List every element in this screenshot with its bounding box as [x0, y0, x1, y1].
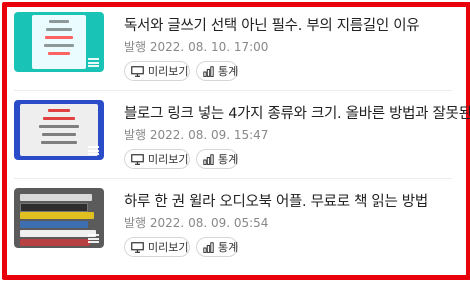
preview-button[interactable]: 미리보기 [124, 237, 190, 257]
post-item[interactable]: 블로그 링크 넣는 4가지 종류와 크기. 올바른 방법과 잘못된 법 발행 2… [14, 90, 470, 176]
multi-image-icon [88, 146, 99, 155]
multi-image-icon [88, 58, 99, 67]
post-date: 발행 2022. 08. 09. 15:47 [124, 128, 269, 142]
monitor-icon [131, 241, 144, 253]
multi-image-icon [88, 234, 99, 243]
post-title[interactable]: 독서와 글쓰기 선택 아닌 필수. 부의 지름길인 이유 [124, 14, 420, 35]
monitor-icon [131, 65, 144, 77]
post-date: 발행 2022. 08. 09. 05:54 [124, 216, 269, 230]
post-thumbnail[interactable] [14, 188, 104, 248]
post-title[interactable]: 블로그 링크 넣는 4가지 종류와 크기. 올바른 방법과 잘못된 법 [124, 102, 470, 123]
post-thumbnail[interactable] [14, 12, 104, 72]
preview-label: 미리보기 [148, 65, 189, 78]
preview-label: 미리보기 [148, 153, 189, 166]
bar-chart-icon [203, 65, 214, 77]
preview-button[interactable]: 미리보기 [124, 61, 190, 81]
post-date: 발행 2022. 08. 10. 17:00 [124, 40, 269, 54]
stats-label: 통계 [218, 65, 239, 78]
stats-button[interactable]: 통계 [196, 61, 238, 81]
stats-label: 통계 [218, 241, 239, 254]
preview-button[interactable]: 미리보기 [124, 149, 190, 169]
bar-chart-icon [203, 153, 214, 165]
monitor-icon [131, 153, 144, 165]
preview-label: 미리보기 [148, 241, 189, 254]
stats-button[interactable]: 통계 [196, 237, 238, 257]
post-item[interactable]: 하루 한 권 윌라 오디오북 어플. 무료로 책 읽는 방법 발행 2022. … [14, 178, 452, 264]
post-title[interactable]: 하루 한 권 윌라 오디오북 어플. 무료로 책 읽는 방법 [124, 190, 428, 211]
post-thumbnail[interactable] [14, 100, 104, 160]
post-item[interactable]: 독서와 글쓰기 선택 아닌 필수. 부의 지름길인 이유 발행 2022. 08… [14, 2, 452, 88]
bar-chart-icon [203, 241, 214, 253]
stats-button[interactable]: 통계 [196, 149, 238, 169]
stats-label: 통계 [218, 153, 239, 166]
